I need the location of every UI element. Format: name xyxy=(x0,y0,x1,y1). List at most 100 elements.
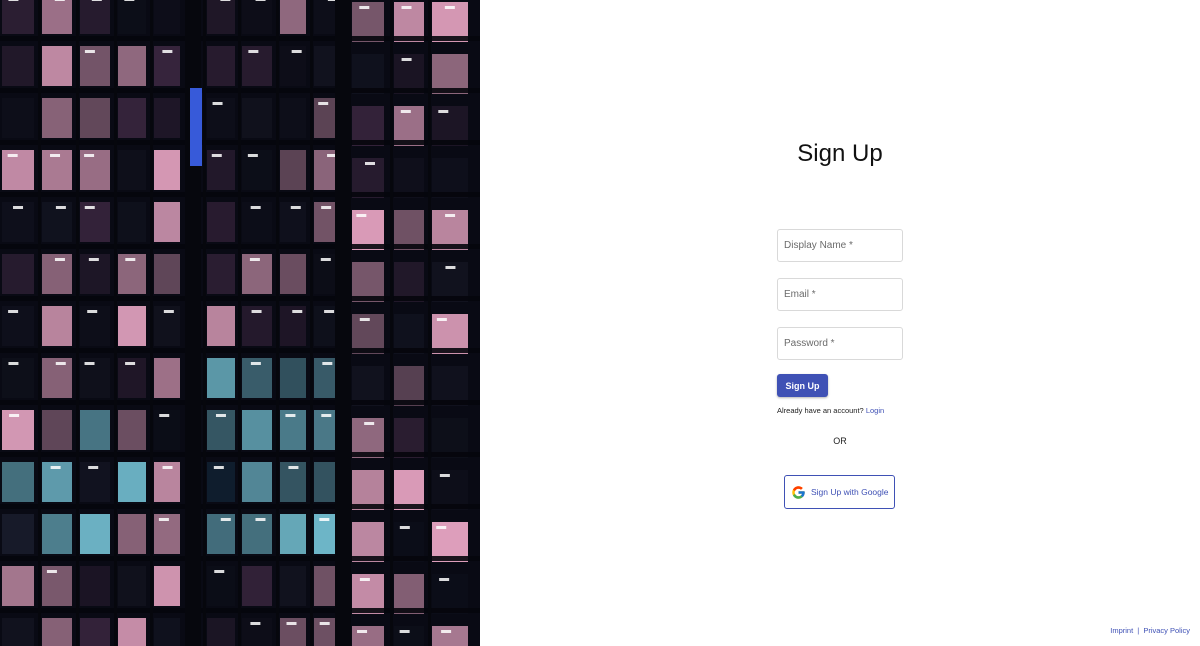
window-pane xyxy=(154,566,180,606)
ceiling-light xyxy=(9,414,20,417)
window-pane xyxy=(242,566,272,606)
login-prompt: Already have an account? Login xyxy=(777,406,903,415)
ceiling-light xyxy=(54,0,65,1)
ceiling-light xyxy=(87,310,98,313)
or-divider: OR xyxy=(833,436,847,446)
window-pane xyxy=(352,626,384,646)
ceiling-light xyxy=(125,258,136,261)
ceiling-light xyxy=(324,310,335,313)
window-pane xyxy=(118,410,146,450)
window-pane xyxy=(154,150,180,190)
window-pane xyxy=(42,306,72,346)
ceiling-light xyxy=(84,154,95,157)
ceiling-light xyxy=(13,206,24,209)
window-pane xyxy=(2,618,34,646)
window-pane xyxy=(80,98,110,138)
ceiling-light xyxy=(399,526,410,529)
ceiling-light xyxy=(400,110,411,113)
ceiling-light xyxy=(319,622,330,625)
window-pane xyxy=(154,98,180,138)
ceiling-light xyxy=(436,526,447,529)
mullion xyxy=(390,0,393,646)
window-pane xyxy=(207,254,235,294)
ceiling-light xyxy=(364,162,375,165)
ceiling-light xyxy=(212,102,223,105)
window-pane xyxy=(154,618,180,646)
login-prompt-text: Already have an account? xyxy=(777,406,864,415)
ceiling-light xyxy=(84,362,95,365)
mullion xyxy=(114,0,117,646)
window-pane xyxy=(80,0,110,34)
window-pane xyxy=(80,202,110,242)
window-pane xyxy=(242,98,272,138)
window-pane xyxy=(42,410,72,450)
ceiling-light xyxy=(359,318,370,321)
ceiling-light xyxy=(438,110,449,113)
ceiling-light xyxy=(319,518,330,521)
ceiling-light xyxy=(318,102,329,105)
email-field[interactable] xyxy=(777,278,903,311)
ceiling-light xyxy=(7,154,18,157)
privacy-policy-link[interactable]: Privacy Policy xyxy=(1143,626,1190,635)
signup-form-pane: Sign Up Sign Up Already have an account?… xyxy=(480,0,1200,646)
page-title: Sign Up xyxy=(797,140,883,167)
imprint-link[interactable]: Imprint xyxy=(1110,626,1133,635)
ceiling-light xyxy=(441,630,452,633)
window-pane xyxy=(154,0,180,34)
window-pane xyxy=(207,0,235,34)
ceiling-light xyxy=(359,6,370,9)
window-pane xyxy=(2,98,34,138)
ceiling-light xyxy=(163,310,174,313)
ceiling-light xyxy=(125,362,136,365)
ceiling-light xyxy=(436,318,447,321)
window-pane xyxy=(2,254,34,294)
ceiling-light xyxy=(359,578,370,581)
ceiling-light xyxy=(84,50,95,53)
sign-up-button[interactable]: Sign Up xyxy=(777,374,828,397)
ceiling-light xyxy=(249,258,260,261)
window-pane xyxy=(42,0,72,34)
blue-light-strip xyxy=(190,88,202,166)
window-pane xyxy=(154,358,180,398)
window-pane xyxy=(80,618,110,646)
mullion xyxy=(76,0,79,646)
ceiling-light xyxy=(220,518,231,521)
mullion xyxy=(238,0,241,646)
ceiling-light xyxy=(445,214,456,217)
window-pane xyxy=(207,306,235,346)
ceiling-light xyxy=(88,258,99,261)
ceiling-light xyxy=(214,570,225,573)
footer-links: Imprint | Privacy Policy xyxy=(1110,626,1190,635)
window-pane xyxy=(207,46,235,86)
ceiling-light xyxy=(291,50,302,53)
ceiling-light xyxy=(158,518,169,521)
ceiling-light xyxy=(444,6,455,9)
mullion xyxy=(203,0,206,646)
ceiling-light xyxy=(84,206,95,209)
mullion xyxy=(38,0,41,646)
login-link[interactable]: Login xyxy=(866,406,884,415)
ceiling-light xyxy=(290,206,301,209)
ceiling-light xyxy=(55,362,66,365)
ceiling-light xyxy=(357,630,368,633)
ceiling-light xyxy=(356,214,367,217)
window-pane xyxy=(118,514,146,554)
password-field[interactable] xyxy=(777,327,903,360)
ceiling-light xyxy=(55,206,66,209)
window-pane xyxy=(242,0,272,34)
window-pane xyxy=(154,202,180,242)
google-sign-up-button[interactable]: Sign Up with Google xyxy=(784,475,895,509)
ceiling-light xyxy=(439,474,450,477)
window-pane xyxy=(2,514,34,554)
ceiling-light xyxy=(321,414,332,417)
mullion xyxy=(310,0,313,646)
ceiling-light xyxy=(54,258,65,261)
ceiling-light xyxy=(124,0,135,1)
window-pane xyxy=(118,566,146,606)
building-illustration xyxy=(0,0,480,646)
window-pane xyxy=(2,0,34,34)
ceiling-light xyxy=(251,310,262,313)
window-pane xyxy=(42,514,72,554)
ceiling-light xyxy=(162,466,173,469)
display-name-field[interactable] xyxy=(777,229,903,262)
